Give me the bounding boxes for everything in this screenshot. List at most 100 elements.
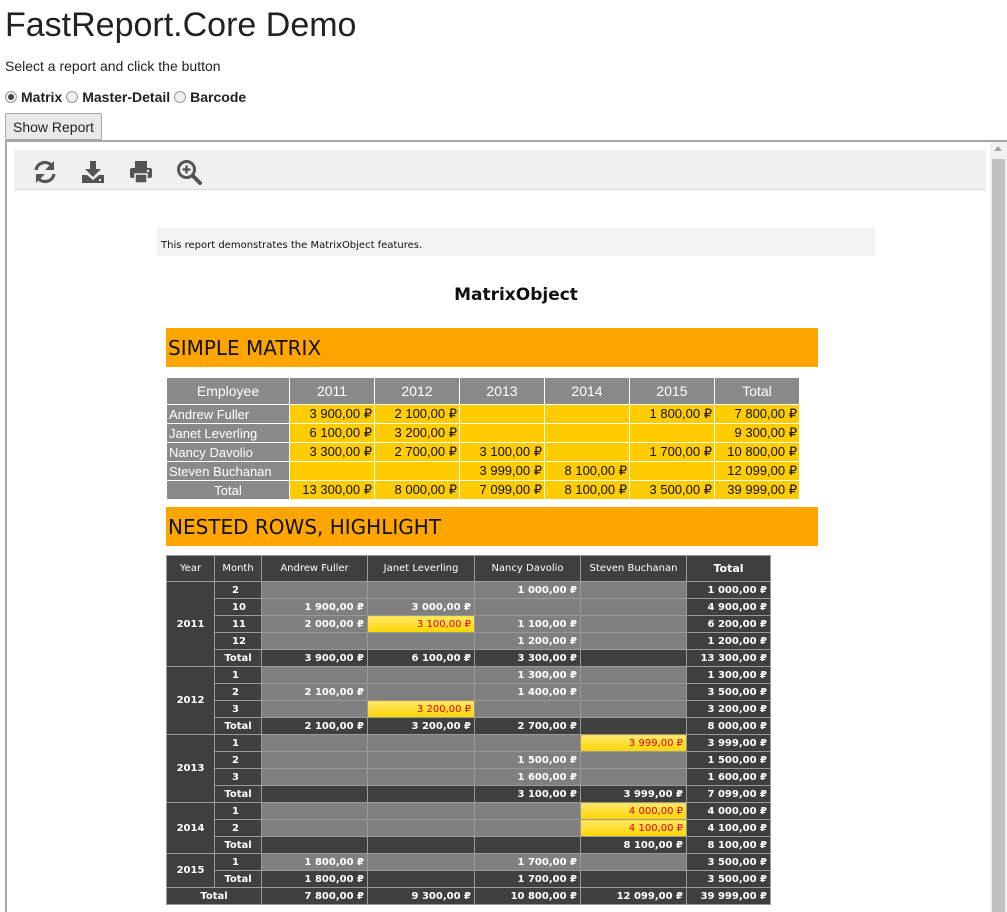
matrix-cell: 1 300,00 ₽ [686, 666, 771, 684]
column-header: Janet Leverling [367, 555, 475, 582]
matrix-cell: 1 700,00 ₽ [474, 870, 581, 888]
matrix-cell [367, 785, 475, 803]
month-cell: 1 [214, 853, 262, 871]
matrix-cell: 1 100,00 ₽ [474, 615, 581, 633]
month-cell: 3 [214, 700, 262, 718]
month-cell: 2 [214, 819, 262, 837]
column-header: 2014 [544, 377, 630, 405]
simple-matrix-table: Employee 2011 2012 2013 2014 2015 Total Andrew… [166, 377, 800, 500]
employee-name: Steven Buchanan [166, 461, 290, 481]
matrix-cell: 2 100,00 ₽ [261, 717, 368, 735]
column-header: Year [166, 555, 215, 582]
matrix-cell: 9 300,00 ₽ [714, 423, 800, 443]
show-report-button[interactable]: Show Report [5, 113, 102, 140]
grand-total-cell: 39 999,00 ₽ [686, 887, 771, 905]
matrix-cell: 1 700,00 ₽ [629, 442, 715, 462]
matrix-cell: 3 500,00 ₽ [686, 683, 771, 701]
vertical-scrollbar[interactable] [990, 142, 1007, 912]
matrix-cell: 8 100,00 ₽ [580, 836, 687, 854]
month-cell: Total [214, 870, 262, 888]
matrix-cell: 3 900,00 ₽ [289, 404, 375, 424]
matrix-cell [367, 666, 475, 684]
matrix-cell: 2 100,00 ₽ [374, 404, 460, 424]
column-header: Total [686, 555, 771, 582]
matrix-cell [459, 423, 545, 443]
matrix-cell [367, 853, 475, 871]
matrix-cell [367, 768, 475, 786]
employee-name: Nancy Davolio [166, 442, 290, 462]
matrix-cell [367, 632, 475, 650]
matrix-cell [367, 836, 475, 854]
matrix-cell [367, 802, 475, 820]
month-cell: 2 [214, 683, 262, 701]
radio-matrix[interactable]: Matrix [5, 89, 62, 105]
table-row: 2013 1 3 999,00 ₽3 999,00 ₽ [166, 734, 771, 803]
matrix-cell: 1 400,00 ₽ [474, 683, 581, 701]
matrix-cell: 4 900,00 ₽ [686, 598, 771, 616]
scroll-thumb[interactable] [992, 159, 1005, 912]
matrix-cell [261, 785, 368, 803]
zoom-icon[interactable] [176, 159, 202, 185]
grand-total-cell: 10 800,00 ₽ [474, 887, 581, 905]
matrix-cell: 1 800,00 ₽ [629, 404, 715, 424]
download-icon[interactable] [80, 159, 106, 185]
matrix-cell: 3 000,00 ₽ [367, 598, 475, 616]
table-row: 2011 2 1 000,00 ₽ 1 000,00 ₽ [166, 581, 771, 667]
scroll-up-arrow-icon[interactable] [994, 146, 1002, 151]
year-cell: 2015 [166, 853, 215, 888]
matrix-cell [580, 615, 687, 633]
matrix-cell: 3 999,00 ₽ [459, 461, 545, 481]
radio-indicator[interactable] [66, 91, 79, 103]
radio-indicator[interactable] [174, 91, 187, 103]
matrix-cell [544, 442, 630, 462]
table-row: Janet Leverling 6 100,00 ₽3 200,00 ₽ 9 300… [166, 423, 800, 443]
grand-total-cell: 7 800,00 ₽ [261, 887, 368, 905]
matrix-cell: 3 500,00 ₽ [686, 853, 771, 871]
radio-barcode[interactable]: Barcode [174, 89, 246, 105]
matrix-cell: 1 600,00 ₽ [686, 768, 771, 786]
page-title: FastReport.Core Demo [5, 6, 357, 44]
matrix-cell: 6 200,00 ₽ [686, 615, 771, 633]
highlighted-cell: 4 100,00 ₽ [580, 819, 687, 837]
matrix-cell [474, 836, 581, 854]
highlighted-cell: 4 000,00 ₽ [580, 802, 687, 820]
matrix-cell: 8 100,00 ₽ [544, 461, 630, 481]
matrix-cell: 3 100,00 ₽ [459, 442, 545, 462]
report-viewer: This report demonstrates the MatrixObjec… [5, 140, 1007, 912]
radio-master-detail[interactable]: Master-Detail [66, 89, 170, 105]
highlighted-cell: 3 200,00 ₽ [367, 700, 475, 718]
matrix-cell [367, 751, 475, 769]
month-cell: 1 [214, 802, 262, 820]
matrix-cell: 1 000,00 ₽ [686, 581, 771, 599]
matrix-cell [261, 632, 368, 650]
report-selector: Matrix Master-Detail Barcode [5, 89, 250, 105]
instructions-text: Select a report and click the button [5, 58, 221, 74]
matrix-cell [629, 461, 715, 481]
matrix-cell [367, 581, 475, 599]
matrix-cell: 3 900,00 ₽ [261, 649, 368, 667]
matrix-cell [580, 751, 687, 769]
matrix-cell: 6 100,00 ₽ [367, 649, 475, 667]
table-row: 10 1 900,00 ₽3 000,00 ₽ 4 900,00 ₽ [167, 598, 771, 616]
matrix-cell [544, 404, 630, 424]
nested-rows-band: NESTED ROWS, HIGHLIGHT [166, 507, 818, 546]
table-row: Steven Buchanan 3 999,00 ₽8 100,00 ₽ 12 09… [166, 461, 800, 481]
matrix-cell [580, 717, 687, 735]
matrix-cell [629, 423, 715, 443]
total-cell: 39 999,00 ₽ [714, 480, 800, 500]
radio-indicator[interactable] [5, 91, 17, 103]
matrix-cell: 2 700,00 ₽ [474, 717, 581, 735]
report-toolbar [14, 150, 986, 190]
matrix-cell [580, 683, 687, 701]
matrix-cell [544, 423, 630, 443]
month-cell: 11 [214, 615, 262, 633]
column-header: Nancy Davolio [474, 555, 581, 582]
matrix-cell: 6 100,00 ₽ [289, 423, 375, 443]
grand-total-cell: 12 099,00 ₽ [580, 887, 687, 905]
table-row: 22 100,00 ₽ 1 400,00 ₽ 3 500,00 ₽ [167, 683, 771, 701]
print-icon[interactable] [128, 159, 154, 185]
column-header: 2012 [374, 377, 460, 405]
year-cell: 2012 [166, 666, 215, 735]
report-title: MatrixObject [454, 285, 578, 305]
refresh-icon[interactable] [32, 159, 58, 185]
